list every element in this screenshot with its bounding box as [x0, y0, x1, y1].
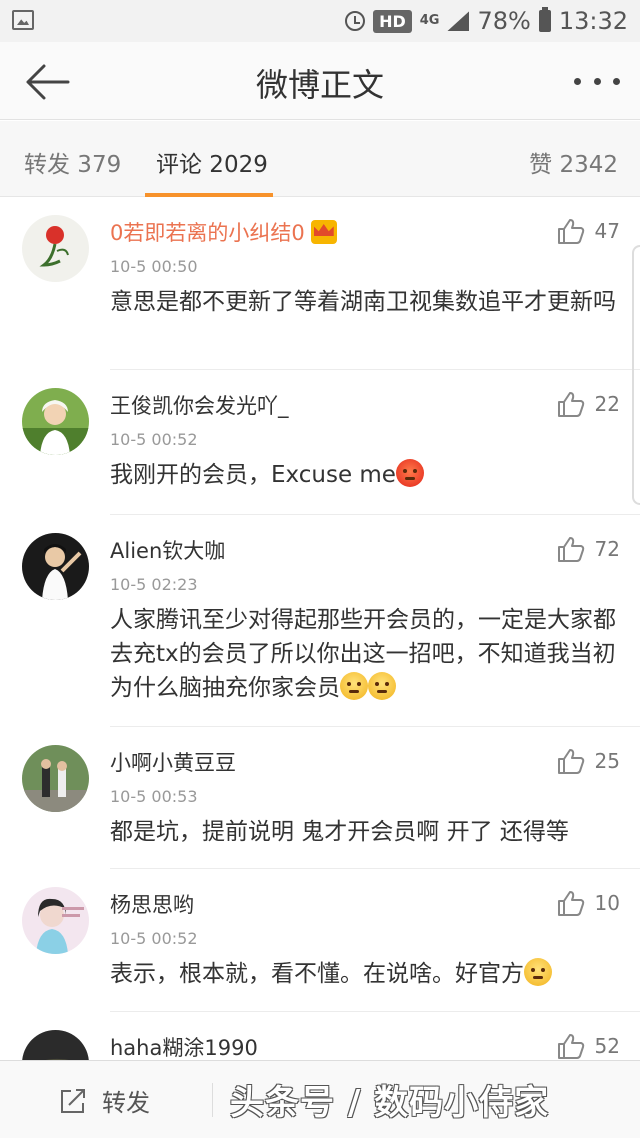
- thumbs-up-icon: [557, 1034, 584, 1059]
- nav-bar: 微博正文: [0, 42, 640, 120]
- comment-time: 10-5 00:52: [110, 430, 198, 449]
- scroll-indicator[interactable]: [632, 245, 640, 505]
- vip-crown-icon: [310, 220, 337, 244]
- comment-item[interactable]: 小啊小黄豆豆 10-5 00:53 都是坑，提前说明 鬼才开会员啊 开了 还得等…: [22, 727, 640, 869]
- status-icons: HD 4G 78% 13:32: [345, 6, 628, 36]
- status-bar: HD 4G 78% 13:32: [0, 0, 640, 42]
- comment-username[interactable]: 王俊凯你会发光吖_: [110, 390, 289, 420]
- like-count: 22: [594, 392, 620, 416]
- comment-text: 表示，根本就，看不懂。在说啥。好官方: [110, 957, 620, 991]
- comment-username[interactable]: 小啊小黄豆豆: [110, 747, 236, 777]
- comment-item[interactable]: 杨思思哟 10-5 00:52 表示，根本就，看不懂。在说啥。好官方 10: [22, 869, 640, 1012]
- clock: 13:32: [558, 7, 628, 35]
- comment-text: 意思是都不更新了等着湖南卫视集数追平才更新吗: [110, 289, 616, 315]
- more-icon[interactable]: [574, 68, 620, 94]
- avatar[interactable]: [22, 215, 89, 282]
- thumbs-up-icon: [557, 891, 584, 916]
- avatar[interactable]: [22, 533, 89, 600]
- comment-username[interactable]: 0若即若离的小纠结0: [110, 217, 337, 247]
- forward-label: 转发: [102, 1089, 150, 1117]
- hd-badge: HD: [373, 9, 412, 33]
- signal-icon: [447, 11, 470, 31]
- thumbs-up-icon: [557, 219, 584, 244]
- battery-icon: [538, 7, 551, 32]
- avatar[interactable]: [22, 887, 89, 954]
- like-button[interactable]: 25: [557, 747, 620, 775]
- smug-emoji-icon: [340, 672, 368, 700]
- alarm-icon: [345, 11, 366, 31]
- watermark: 头条号 / 数码小侍家: [230, 1083, 550, 1123]
- avatar[interactable]: [22, 745, 89, 812]
- tab-likes[interactable]: 赞 2342: [529, 145, 618, 179]
- network-label: 4G: [419, 13, 440, 28]
- thumbs-up-icon: [557, 749, 584, 774]
- like-count: 10: [594, 891, 620, 915]
- thinking-emoji-icon: [524, 958, 552, 986]
- comment-text: 人家腾讯至少对得起那些开会员的，一定是大家都去充tx的会员了所以你出这一招吧，不…: [110, 607, 616, 701]
- comment-username[interactable]: haha糊涂1990: [110, 1032, 258, 1062]
- tab-forward[interactable]: 转发 379: [24, 145, 121, 179]
- comment-item[interactable]: Alien钦大咖 10-5 02:23 人家腾讯至少对得起那些开会员的，一定是大…: [22, 515, 640, 727]
- comment-time: 10-5 02:23: [110, 575, 198, 594]
- like-button[interactable]: 52: [557, 1032, 620, 1060]
- comment-time: 10-5 00:53: [110, 787, 198, 806]
- page-title: 微博正文: [255, 66, 384, 104]
- battery-percent: 78%: [477, 7, 531, 35]
- smug-emoji-icon: [368, 672, 396, 700]
- bottom-action-bar: 转发 头条号 / 数码小侍家: [0, 1060, 640, 1138]
- like-button[interactable]: 47: [557, 217, 620, 245]
- comment-username[interactable]: Alien钦大咖: [110, 535, 225, 565]
- thumbs-up-icon: [557, 537, 584, 562]
- like-button[interactable]: 72: [557, 535, 620, 563]
- like-count: 25: [594, 749, 620, 773]
- angry-emoji-icon: [395, 459, 424, 487]
- tab-comments[interactable]: 评论 2029: [156, 145, 268, 179]
- comment-item[interactable]: haha糊涂1990 52: [22, 1012, 640, 1067]
- like-button[interactable]: 22: [557, 390, 620, 418]
- comment-time: 10-5 00:52: [110, 929, 198, 948]
- forward-button[interactable]: 转发: [58, 1083, 150, 1118]
- avatar[interactable]: [22, 388, 89, 455]
- like-count: 72: [594, 537, 620, 561]
- divider: [212, 1083, 213, 1117]
- comment-time: 10-5 00:50: [110, 257, 198, 276]
- tab-bar: 转发 379 评论 2029 赞 2342: [0, 121, 640, 197]
- comment-list[interactable]: 0若即若离的小纠结0 10-5 00:50 意思是都不更新了等着湖南卫视集数追平…: [0, 197, 640, 1067]
- like-count: 52: [594, 1034, 620, 1058]
- like-count: 47: [594, 219, 620, 243]
- comment-item[interactable]: 王俊凯你会发光吖_ 10-5 00:52 我刚开的会员，Excuse me 22: [22, 370, 640, 515]
- share-icon: [61, 1088, 85, 1113]
- comment-text: 都是坑，提前说明 鬼才开会员啊 开了 还得等: [110, 819, 569, 845]
- like-button[interactable]: 10: [557, 889, 620, 917]
- comment-item[interactable]: 0若即若离的小纠结0 10-5 00:50 意思是都不更新了等着湖南卫视集数追平…: [22, 197, 640, 370]
- comment-username[interactable]: 杨思思哟: [110, 889, 194, 919]
- comment-text: 我刚开的会员，Excuse me: [110, 458, 620, 492]
- thumbs-up-icon: [557, 392, 584, 417]
- gallery-icon: [12, 10, 34, 30]
